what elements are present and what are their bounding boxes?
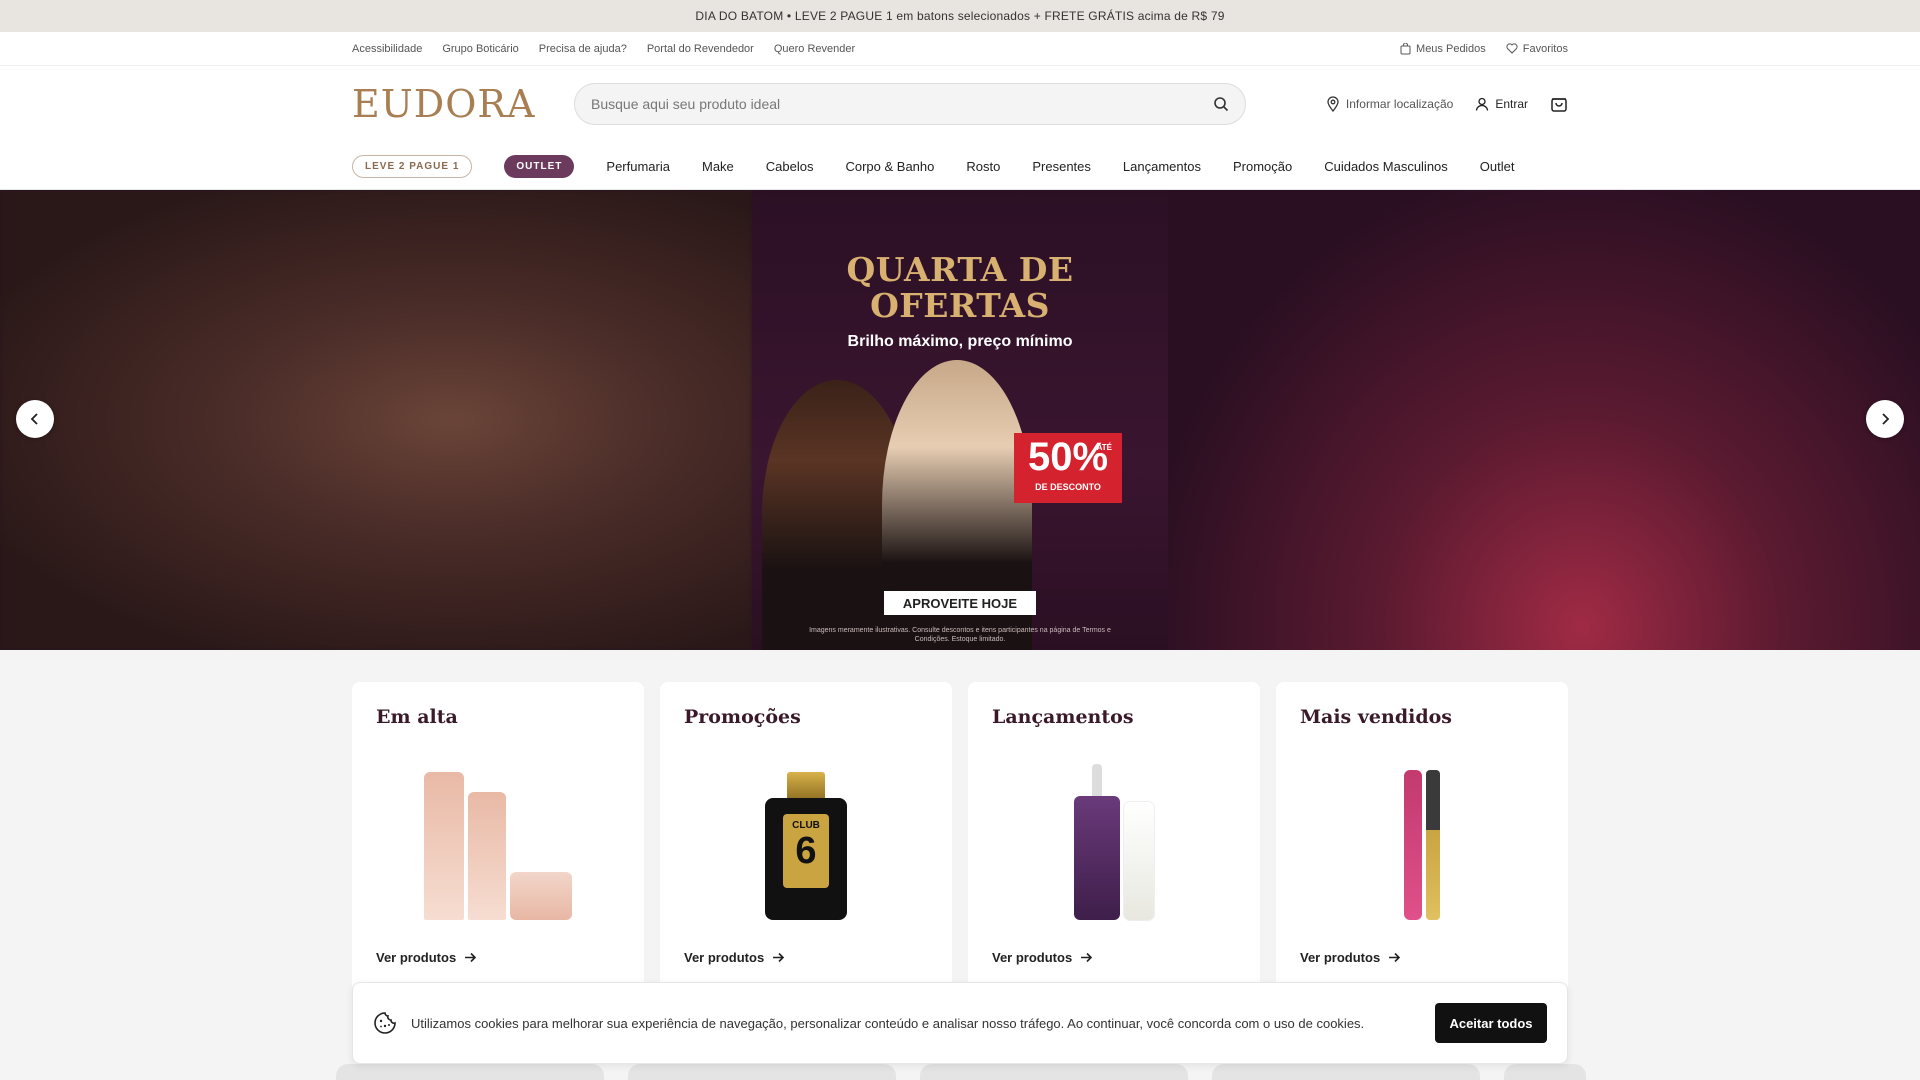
location-pin-icon — [1327, 96, 1339, 112]
hero-subtitle: Brilho máximo, preço mínimo — [847, 333, 1073, 350]
user-icon — [1476, 97, 1489, 111]
promo-bar[interactable]: DIA DO BATOM • LEVE 2 PAGUE 1 em batons … — [0, 0, 1920, 32]
search-bar[interactable] — [574, 83, 1246, 125]
link-portal-revendedor[interactable]: Portal do Revendedor — [647, 43, 754, 55]
arrow-right-icon — [465, 952, 477, 963]
nav-item-presentes[interactable]: Presentes — [1032, 159, 1091, 174]
discount-badge: ATÉ 50% DE DESCONTO — [1014, 433, 1122, 503]
site-header: EUDORA Informar localização Entrar — [0, 66, 1920, 190]
category-cards: Em alta Ver produtos Promoções CLUB 6 Ve… — [352, 682, 1568, 994]
ver-produtos-label: Ver produtos — [992, 950, 1073, 965]
peek-card — [1212, 1064, 1480, 1080]
chevron-right-icon — [1882, 413, 1890, 425]
nav-item-corpo-banho[interactable]: Corpo & Banho — [845, 159, 934, 174]
location-button[interactable]: Informar localização — [1326, 96, 1453, 112]
badge-prefix: ATÉ — [1096, 443, 1112, 452]
nav-item-perfumaria[interactable]: Perfumaria — [606, 159, 670, 174]
card-title: Em alta — [376, 706, 458, 728]
hero-cta-button[interactable]: APROVEITE HOJE — [884, 591, 1036, 615]
nav-item-make[interactable]: Make — [702, 159, 734, 174]
nav-pill-outlet[interactable]: OUTLET — [504, 154, 575, 178]
carousel-next-button[interactable] — [1866, 400, 1904, 438]
next-section-peek — [336, 1064, 1586, 1080]
arrow-right-icon — [1081, 952, 1093, 963]
ver-produtos-link[interactable]: Ver produtos — [1300, 950, 1401, 965]
card-title: Lançamentos — [992, 706, 1134, 728]
bag-icon — [1400, 42, 1411, 54]
main-nav: LEVE 2 PAGUE 1 OUTLET Perfumaria Make Ca… — [352, 142, 1568, 190]
hero-disclaimer: Imagens meramente ilustrativas. Consulte… — [809, 627, 1111, 643]
nav-item-lancamentos[interactable]: Lançamentos — [1123, 159, 1201, 174]
chevron-left-icon — [30, 413, 38, 425]
nav-item-rosto[interactable]: Rosto — [966, 159, 1000, 174]
link-acessibilidade[interactable]: Acessibilidade — [352, 43, 422, 55]
search-input[interactable] — [591, 96, 1213, 112]
ver-produtos-link[interactable]: Ver produtos — [992, 950, 1093, 965]
favorites-link[interactable]: Favoritos — [1506, 43, 1568, 55]
product-image-club6[interactable]: CLUB 6 — [660, 760, 952, 920]
my-orders-link[interactable]: Meus Pedidos — [1400, 42, 1486, 55]
hero-background-left — [0, 190, 752, 650]
arrow-right-icon — [773, 952, 785, 963]
cookie-icon — [374, 1012, 396, 1034]
product-image-serum[interactable] — [968, 760, 1260, 920]
badge-subtext: DE DESCONTO — [1035, 482, 1101, 492]
heart-icon — [1506, 43, 1518, 54]
utility-links: Acessibilidade Grupo Boticário Precisa d… — [352, 43, 855, 55]
hero-carousel[interactable]: QUARTA DE OFERTAS Brilho máximo, preço m… — [0, 190, 1920, 650]
login-label: Entrar — [1495, 97, 1528, 111]
peek-card — [1504, 1064, 1586, 1080]
ver-produtos-label: Ver produtos — [684, 950, 765, 965]
card-em-alta[interactable]: Em alta Ver produtos — [352, 682, 644, 994]
hero-banner[interactable]: QUARTA DE OFERTAS Brilho máximo, preço m… — [752, 190, 1168, 650]
nav-item-cabelos[interactable]: Cabelos — [766, 159, 814, 174]
peek-card — [920, 1064, 1188, 1080]
promo-text[interactable]: DIA DO BATOM • LEVE 2 PAGUE 1 em batons … — [695, 9, 1224, 23]
brand-logo[interactable]: EUDORA — [352, 82, 574, 126]
arrow-right-icon — [1389, 952, 1401, 963]
link-grupo-boticario[interactable]: Grupo Boticário — [442, 43, 518, 55]
cart-button[interactable] — [1550, 95, 1568, 113]
ver-produtos-link[interactable]: Ver produtos — [684, 950, 785, 965]
nav-item-promocao[interactable]: Promoção — [1233, 159, 1292, 174]
search-icon[interactable] — [1213, 96, 1229, 112]
card-mais-vendidos[interactable]: Mais vendidos Ver produtos — [1276, 682, 1568, 994]
login-button[interactable]: Entrar — [1475, 97, 1528, 111]
peek-card — [336, 1064, 604, 1080]
card-promocoes[interactable]: Promoções CLUB 6 Ver produtos — [660, 682, 952, 994]
hero-background-right — [1168, 190, 1920, 650]
card-lancamentos[interactable]: Lançamentos Ver produtos — [968, 682, 1260, 994]
nav-item-cuidados-masculinos[interactable]: Cuidados Masculinos — [1324, 159, 1448, 174]
club6-number: 6 — [795, 830, 817, 872]
badge-percent: 50% — [1027, 435, 1109, 479]
card-title: Mais vendidos — [1300, 706, 1452, 728]
carousel-prev-button[interactable] — [16, 400, 54, 438]
cookie-banner: Utilizamos cookies para melhorar sua exp… — [352, 982, 1568, 1064]
product-image-hair-kit[interactable] — [352, 760, 644, 920]
link-quero-revender[interactable]: Quero Revender — [774, 43, 855, 55]
my-orders-label: Meus Pedidos — [1416, 42, 1486, 55]
nav-pill-leve2pague1[interactable]: LEVE 2 PAGUE 1 — [352, 154, 473, 178]
utility-bar: Acessibilidade Grupo Boticário Precisa d… — [0, 32, 1920, 66]
link-precisa-ajuda[interactable]: Precisa de ajuda? — [539, 43, 627, 55]
ver-produtos-label: Ver produtos — [1300, 950, 1381, 965]
location-label: Informar localização — [1345, 97, 1454, 111]
ver-produtos-label: Ver produtos — [376, 950, 457, 965]
favorites-label: Favoritos — [1522, 42, 1568, 55]
product-image-mascara[interactable] — [1276, 760, 1568, 920]
card-title: Promoções — [684, 706, 801, 728]
ver-produtos-link[interactable]: Ver produtos — [376, 950, 477, 965]
cart-bag-icon — [1551, 98, 1567, 112]
peek-card — [628, 1064, 896, 1080]
nav-item-outlet[interactable]: Outlet — [1480, 159, 1515, 174]
accept-cookies-button[interactable]: Aceitar todos — [1435, 1003, 1547, 1043]
cookie-message: Utilizamos cookies para melhorar sua exp… — [411, 1015, 1365, 1031]
hero-title: QUARTA DE OFERTAS — [846, 250, 1074, 325]
